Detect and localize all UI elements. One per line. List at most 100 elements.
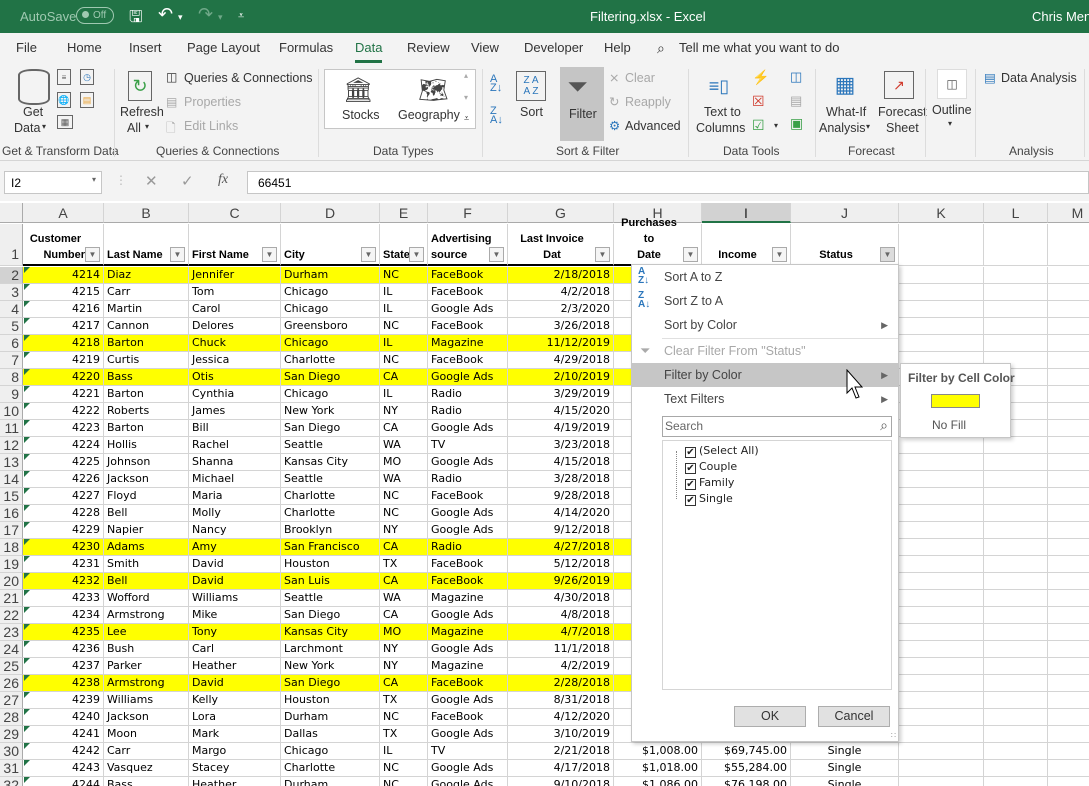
cell-last[interactable]: Bush [104, 641, 189, 658]
column-header-i[interactable]: I [702, 203, 791, 223]
cell-first[interactable]: Nancy [189, 522, 281, 539]
cell-first[interactable]: Williams [189, 590, 281, 607]
cell[interactable] [1048, 437, 1089, 454]
cell-state[interactable]: NC [380, 709, 428, 726]
cell-state[interactable]: WA [380, 437, 428, 454]
cell[interactable] [984, 607, 1048, 624]
cell-first[interactable]: Jessica [189, 352, 281, 369]
clear-button[interactable]: Clear [625, 71, 655, 85]
cell[interactable] [984, 454, 1048, 471]
cell[interactable] [984, 590, 1048, 607]
cell-last[interactable]: Hollis [104, 437, 189, 454]
drag-handle-icon[interactable]: ⋮ [115, 173, 127, 187]
queries-connections-button[interactable]: Queries & Connections [184, 71, 313, 85]
cell[interactable] [1048, 539, 1089, 556]
cell[interactable] [1048, 301, 1089, 318]
cell-date[interactable]: 9/28/2018 [508, 488, 614, 505]
cell-state[interactable]: NC [380, 505, 428, 522]
cell-city[interactable]: Kansas City [281, 454, 380, 471]
cell-date[interactable]: 11/12/2019 [508, 335, 614, 352]
cell-state[interactable]: NC [380, 777, 428, 786]
cell-date[interactable]: 5/12/2018 [508, 556, 614, 573]
cell-num[interactable]: 4225 [23, 454, 104, 471]
cell-num[interactable]: 4226 [23, 471, 104, 488]
cell-city[interactable]: Larchmont [281, 641, 380, 658]
row-header[interactable]: 29 [0, 726, 23, 743]
cell-last[interactable]: Armstrong [104, 675, 189, 692]
row-header[interactable]: 15 [0, 488, 23, 505]
cell-src[interactable]: Google Ads [428, 369, 508, 386]
cell[interactable] [984, 318, 1048, 335]
outline-icon[interactable]: ◫ [937, 69, 967, 99]
row-header[interactable]: 14 [0, 471, 23, 488]
cell[interactable] [1048, 522, 1089, 539]
column-header-j[interactable]: J [791, 203, 899, 223]
cell-first[interactable]: Maria [189, 488, 281, 505]
text-to-columns-label[interactable]: Columns [696, 121, 745, 135]
column-header-b[interactable]: B [104, 203, 189, 223]
cell-first[interactable]: Shanna [189, 454, 281, 471]
cell-city[interactable]: San Diego [281, 369, 380, 386]
cell[interactable] [1048, 454, 1089, 471]
row-header[interactable]: 17 [0, 522, 23, 539]
from-text-icon[interactable]: ≡ [57, 69, 71, 85]
cell-city[interactable]: New York [281, 658, 380, 675]
row-header[interactable]: 32 [0, 777, 23, 786]
cell-city[interactable]: Durham [281, 777, 380, 786]
cell-state[interactable]: IL [380, 284, 428, 301]
data-validation-icon[interactable]: ☑ [752, 117, 765, 134]
cell-state[interactable]: IL [380, 335, 428, 352]
cell-src[interactable]: Google Ads [428, 505, 508, 522]
cell[interactable] [984, 760, 1048, 777]
row-header[interactable]: 25 [0, 658, 23, 675]
cell[interactable] [899, 675, 984, 692]
cell-last[interactable]: Bell [104, 573, 189, 590]
cell-state[interactable]: IL [380, 743, 428, 760]
cell-city[interactable]: Dallas [281, 726, 380, 743]
cell[interactable] [1048, 675, 1089, 692]
row-header[interactable]: 18 [0, 539, 23, 556]
cell-first[interactable]: David [189, 573, 281, 590]
cell[interactable] [1048, 709, 1089, 726]
cell-date[interactable]: 4/17/2018 [508, 760, 614, 777]
ok-button[interactable]: OK [734, 706, 806, 727]
filter-dropdown-button-j[interactable]: ▼ [880, 247, 895, 262]
cell-src[interactable]: FaceBook [428, 352, 508, 369]
properties-button[interactable]: Properties [184, 95, 241, 109]
cell[interactable] [899, 607, 984, 624]
cell-last[interactable]: Jackson [104, 471, 189, 488]
refresh-all-label[interactable]: All [127, 121, 141, 135]
cell-state[interactable]: CA [380, 420, 428, 437]
cell[interactable] [984, 675, 1048, 692]
cell-num[interactable]: 4238 [23, 675, 104, 692]
advanced-button[interactable]: Advanced [625, 119, 681, 133]
cell[interactable] [984, 505, 1048, 522]
cell-last[interactable]: Floyd [104, 488, 189, 505]
cell[interactable] [1048, 658, 1089, 675]
cell-num[interactable]: 4222 [23, 403, 104, 420]
cell-date[interactable]: 3/26/2018 [508, 318, 614, 335]
cell-src[interactable]: Google Ads [428, 760, 508, 777]
cell-date[interactable]: 4/15/2020 [508, 403, 614, 420]
cell-date[interactable]: 3/23/2018 [508, 437, 614, 454]
sort-a-z-icon[interactable]: A Z↓ [490, 74, 502, 94]
cell-state[interactable]: CA [380, 369, 428, 386]
cell-date[interactable]: 4/30/2018 [508, 590, 614, 607]
sort-button[interactable]: Sort [520, 105, 543, 119]
cell-date[interactable]: 3/29/2019 [508, 386, 614, 403]
cell-num[interactable]: 4240 [23, 709, 104, 726]
cell[interactable] [984, 539, 1048, 556]
cell-src[interactable]: TV [428, 743, 508, 760]
cell-city[interactable]: New York [281, 403, 380, 420]
get-data-label[interactable]: Data [14, 121, 40, 135]
cell-city[interactable]: Chicago [281, 301, 380, 318]
filter-dropdown-button-f[interactable]: ▼ [489, 247, 504, 262]
cell-city[interactable]: Chicago [281, 743, 380, 760]
reapply-button[interactable]: Reapply [625, 95, 671, 109]
cell-status[interactable]: Single [791, 760, 899, 777]
cell[interactable] [899, 437, 984, 454]
checkbox[interactable]: ✔ [685, 447, 696, 458]
cell-num[interactable]: 4231 [23, 556, 104, 573]
cell-src[interactable]: Google Ads [428, 726, 508, 743]
cell-src[interactable]: Google Ads [428, 420, 508, 437]
